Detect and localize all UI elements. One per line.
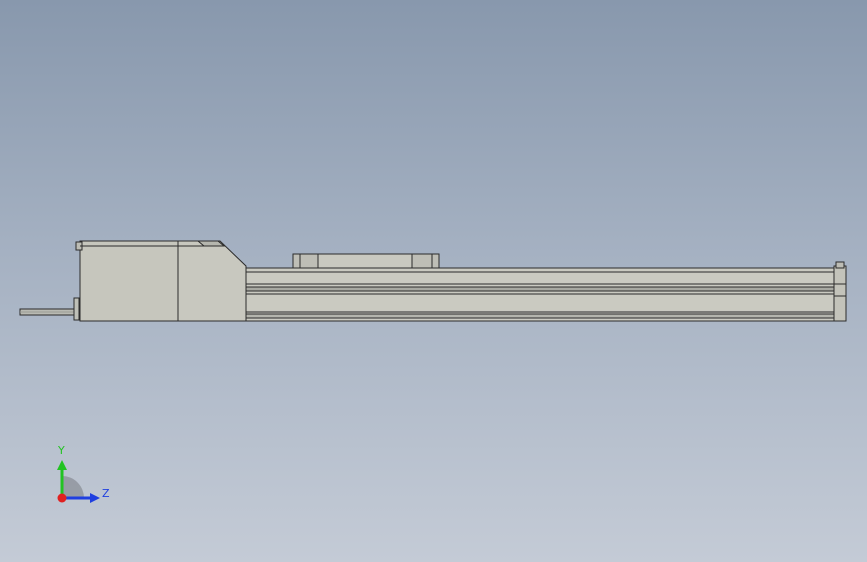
motor-cover bbox=[177, 240, 247, 322]
end-cap bbox=[833, 261, 847, 322]
z-axis-label: Z bbox=[102, 487, 110, 500]
triad-plane bbox=[62, 476, 84, 498]
linear-actuator-model[interactable] bbox=[0, 0, 867, 562]
carriage[interactable] bbox=[292, 253, 440, 269]
cable bbox=[19, 297, 80, 321]
orientation-triad[interactable]: Y Z bbox=[40, 436, 120, 516]
motor bbox=[75, 240, 179, 322]
y-axis-label: Y bbox=[57, 444, 65, 457]
cad-viewport[interactable]: Y Z bbox=[0, 0, 867, 562]
rail bbox=[245, 267, 835, 322]
x-axis-origin bbox=[57, 493, 67, 503]
